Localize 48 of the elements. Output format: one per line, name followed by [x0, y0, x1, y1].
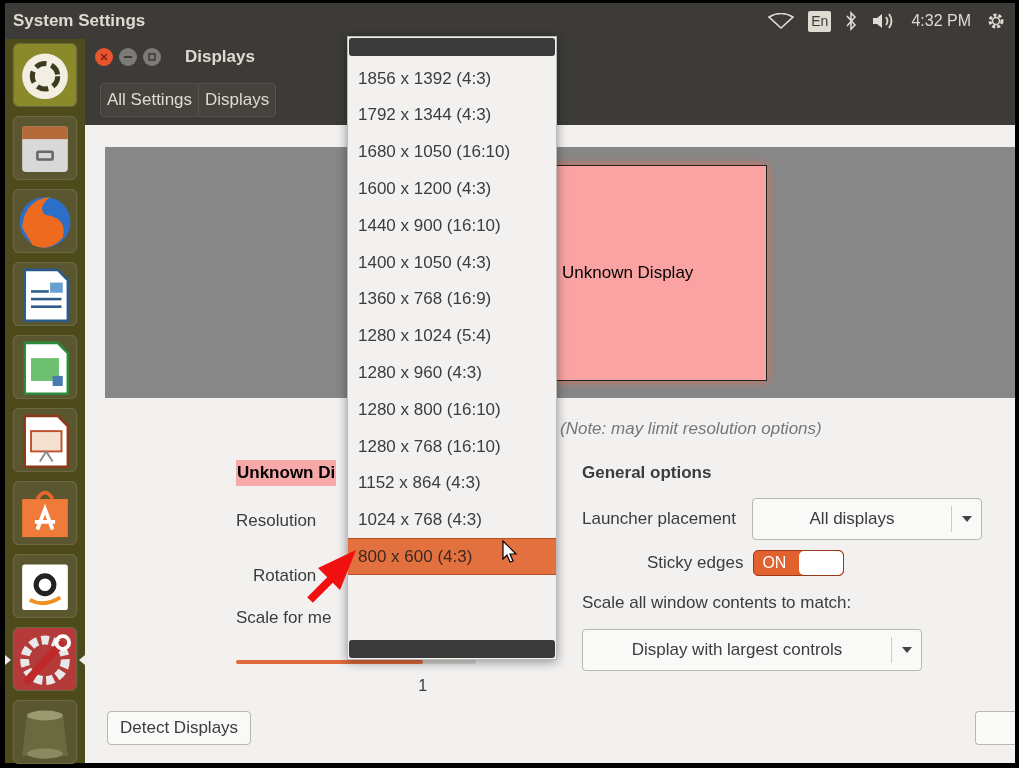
note-text: (Note: may limit resolution options) [560, 418, 822, 441]
presentation-icon[interactable] [12, 408, 78, 472]
launcher-placement-label: Launcher placement [582, 507, 737, 530]
resolution-option[interactable]: 1280 x 800 (16:10) [348, 391, 556, 428]
maximize-icon [148, 53, 156, 61]
bluetooth-icon[interactable] [845, 11, 858, 31]
globe-fox-icon[interactable] [12, 189, 78, 253]
resolution-option[interactable]: 1152 x 864 (4:3) [348, 464, 556, 502]
spreadsheet-icon[interactable] [12, 335, 78, 399]
minimize-button[interactable] [119, 48, 137, 66]
maximize-button[interactable] [143, 48, 161, 66]
sticky-edges-label: Sticky edges [647, 551, 744, 574]
shopping-bag-icon[interactable] [12, 481, 78, 545]
cursor-icon [502, 540, 518, 564]
resolution-option[interactable]: 1280 x 768 (16:10) [348, 427, 556, 465]
scale-all-dropdown[interactable]: Display with largest controls [582, 629, 922, 671]
launcher-placement-dropdown[interactable]: All displays [752, 497, 983, 540]
close-icon [100, 53, 108, 61]
detect-displays-button[interactable]: Detect Displays [107, 711, 252, 745]
breadcrumb-button[interactable]: All Settings [101, 84, 199, 116]
keyboard-layout-indicator[interactable]: En [808, 10, 832, 32]
app-title: System Settings [13, 10, 146, 33]
resolution-label: Resolution [236, 509, 317, 532]
window-title: Displays [185, 46, 255, 69]
breadcrumb-button[interactable]: Displays [198, 84, 276, 116]
scale-slider[interactable] [236, 660, 476, 664]
resolution-option[interactable]: 800 x 600 (4:3) [348, 538, 556, 576]
clock[interactable]: 4:32 PM [911, 9, 971, 33]
general-options-heading: General options [582, 462, 713, 484]
wifi-icon[interactable] [768, 13, 795, 29]
document-icon[interactable] [12, 262, 78, 326]
close-button[interactable] [95, 48, 113, 66]
file-cabinet-icon[interactable] [12, 116, 78, 180]
dash-icon[interactable] [12, 43, 78, 107]
wrench-gear-icon[interactable] [12, 627, 78, 691]
caret-icon [901, 647, 912, 653]
smile-arrow-icon[interactable] [12, 554, 78, 618]
display-name-label: Unknown Di [236, 460, 337, 486]
rotation-label: Rotation [253, 565, 317, 587]
scale-label: Scale for me [236, 606, 332, 629]
resolution-option[interactable]: 1856 x 1392 (4:3) [348, 60, 556, 97]
resolution-option[interactable]: 1024 x 768 (4:3) [348, 501, 556, 539]
minimize-icon [124, 56, 132, 58]
caret-icon [961, 515, 972, 522]
scale-all-label: Scale all window contents to match: [582, 591, 853, 614]
trash-can-icon[interactable] [12, 700, 78, 764]
resolution-option[interactable]: 1792 x 1344 (4:3) [348, 96, 556, 134]
slider-value: 1 [418, 676, 428, 696]
